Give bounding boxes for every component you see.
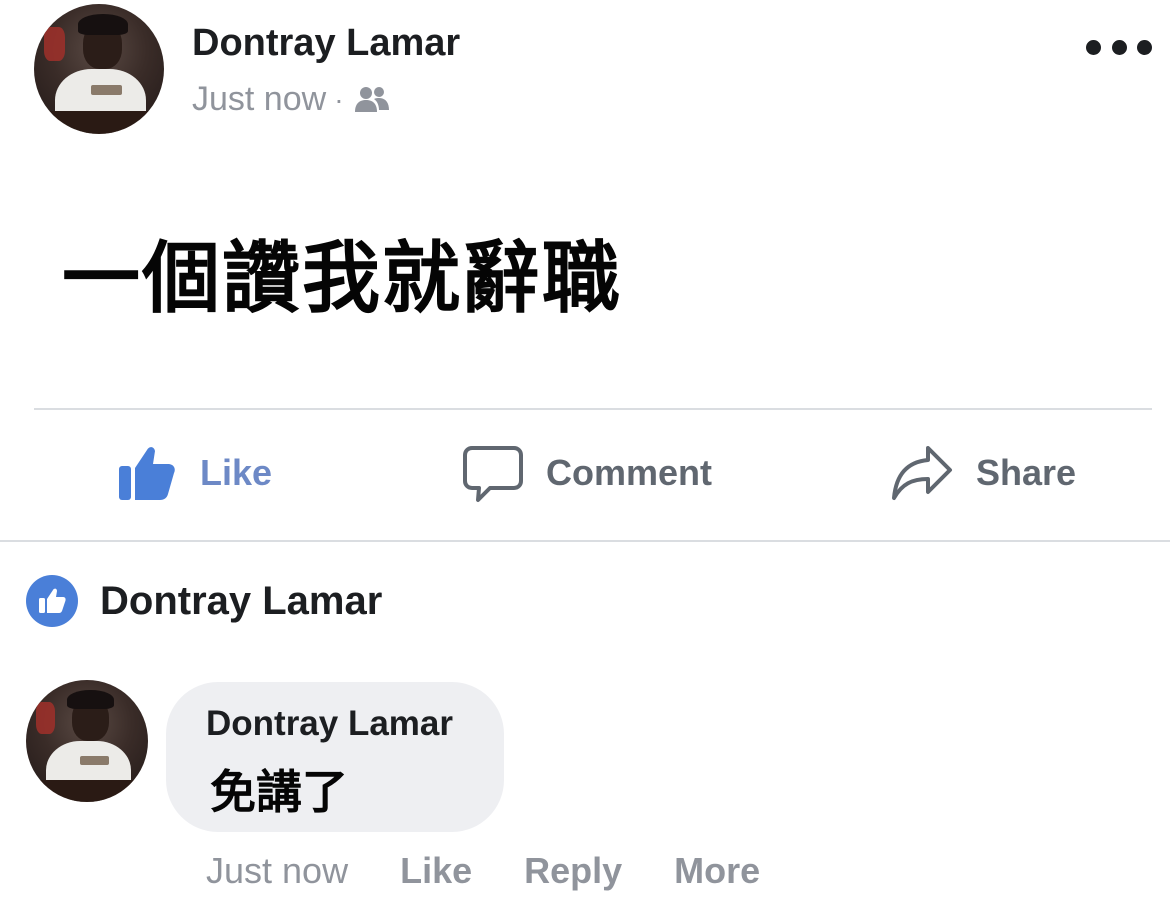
- comment-author-avatar[interactable]: [26, 680, 148, 802]
- comment-text: 免講了: [210, 766, 348, 818]
- comment-reply-link[interactable]: Reply: [524, 850, 622, 892]
- avatar-shirt-print: [79, 755, 109, 766]
- post-author-name[interactable]: Dontray Lamar: [192, 22, 460, 65]
- avatar-background-detail: [35, 701, 56, 734]
- share-arrow-icon: [892, 446, 952, 500]
- post-author-avatar[interactable]: [34, 4, 164, 134]
- dot-2: [1111, 39, 1127, 55]
- comment-bubble-icon: [463, 446, 523, 502]
- action-bar-top-divider: [34, 408, 1152, 410]
- avatar-background-detail: [44, 27, 66, 62]
- comment-actions: Just now Like Reply More: [206, 846, 812, 896]
- meta-separator: ·: [334, 83, 344, 115]
- reaction-summary[interactable]: Dontray Lamar: [26, 574, 382, 628]
- friends-icon[interactable]: [352, 84, 392, 116]
- post-meta: Just now ·: [192, 80, 392, 119]
- comment-bubble: Dontray Lamar 免講了: [166, 682, 504, 832]
- thumbs-up-icon: [119, 447, 175, 500]
- avatar-cap: [78, 14, 128, 36]
- comment-button-label: Comment: [546, 452, 713, 493]
- share-button[interactable]: Share: [890, 440, 1076, 506]
- share-button-label: Share: [976, 452, 1077, 493]
- action-bar-bottom-divider: [0, 540, 1170, 542]
- reactor-name[interactable]: Dontray Lamar: [100, 579, 382, 624]
- comment-like-link[interactable]: Like: [400, 850, 472, 892]
- like-button-label: Like: [200, 452, 273, 493]
- comment-button[interactable]: Comment: [462, 440, 712, 506]
- comment-author-name[interactable]: Dontray Lamar: [206, 704, 453, 744]
- dot-1: [1086, 39, 1101, 55]
- post-timestamp[interactable]: Just now: [192, 80, 326, 119]
- comment-more-link[interactable]: More: [674, 850, 760, 892]
- like-badge-icon: [26, 575, 78, 627]
- like-button[interactable]: Like: [116, 440, 272, 506]
- dot-3: [1137, 39, 1152, 55]
- avatar-shirt-print: [91, 84, 123, 95]
- avatar-foreground: [26, 780, 148, 802]
- avatar-foreground: [34, 110, 164, 134]
- post-body-text: 一個讚我就辭職: [62, 234, 623, 322]
- comment-timestamp[interactable]: Just now: [206, 850, 348, 892]
- more-options-icon[interactable]: [1086, 32, 1152, 62]
- avatar-cap: [67, 689, 114, 710]
